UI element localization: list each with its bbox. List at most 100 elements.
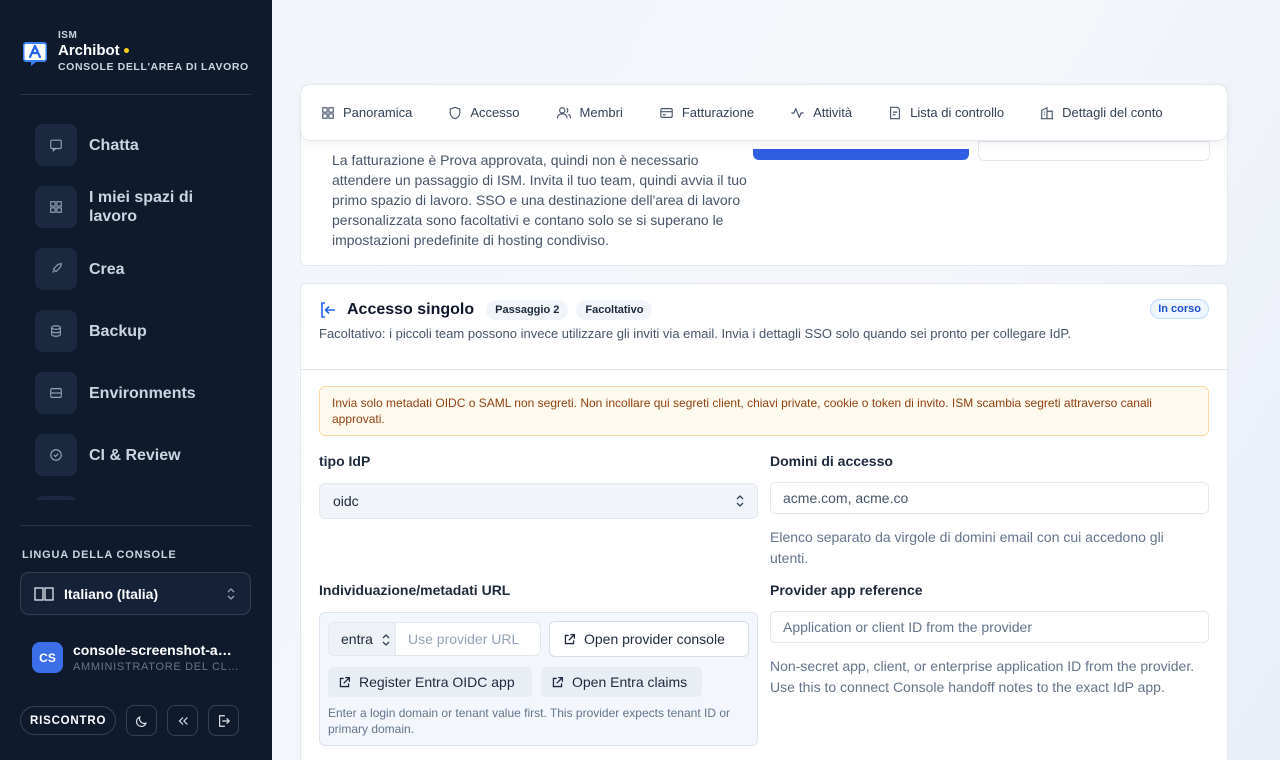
sidebar-item-label: Chatta <box>89 136 139 154</box>
activity-icon <box>791 107 804 118</box>
grid-icon <box>322 106 334 119</box>
sidebar-item-ci-review[interactable]: CI & Review <box>20 424 251 486</box>
tab-bar: Panoramica Accesso Membri Fatturazione A… <box>300 84 1228 141</box>
secrets-warning: Invia solo metadati OIDC o SAML non segr… <box>319 386 1209 436</box>
org-name: ISM <box>58 30 78 41</box>
collapse-sidebar-button[interactable] <box>167 705 199 736</box>
tab-activity[interactable]: Attività <box>790 105 852 120</box>
sidebar-item-label: Crea <box>89 260 125 278</box>
language-select[interactable]: Italiano (Italia) <box>20 572 251 615</box>
avatar: CS <box>32 642 63 673</box>
url-label: Individuazione/metadati URL <box>319 582 511 598</box>
theme-toggle-button[interactable] <box>126 705 158 736</box>
building-icon <box>1040 106 1054 119</box>
user-role: AMMINISTRATORE DEL CLIENTE <box>73 661 239 673</box>
optional-badge: Facoltativo <box>576 300 653 320</box>
step-badge: Passaggio 2 <box>486 300 569 320</box>
server-icon <box>35 372 77 414</box>
open-entra-claims-button[interactable]: Open Entra claims <box>541 667 702 697</box>
button-label: Register Entra OIDC app <box>359 674 515 690</box>
sidebar-item-label: I miei spazi di lavoro <box>89 189 194 225</box>
status-dot <box>123 48 129 53</box>
logout-button[interactable] <box>208 705 240 736</box>
provider-select[interactable]: entra <box>328 622 396 656</box>
tab-access[interactable]: Accesso <box>448 105 520 120</box>
domains-help: Elenco separato da virgole di domini ema… <box>770 529 1164 566</box>
archibot-logo-icon <box>23 42 47 66</box>
domains-input[interactable]: acme.com, acme.co <box>770 482 1209 514</box>
domains-label: Domini di accesso <box>770 453 893 469</box>
check-circle-icon <box>35 434 77 476</box>
sidebar-item-workspaces[interactable]: I miei spazi di lavoro <box>20 176 251 238</box>
tab-account-details[interactable]: Dettagli del conto <box>1040 105 1163 120</box>
sidebar-item-backup[interactable]: Backup <box>20 300 251 362</box>
chevron-updown-icon <box>227 588 235 600</box>
database-icon <box>35 310 77 352</box>
nav-icon <box>35 496 77 500</box>
tab-billing[interactable]: Fatturazione <box>659 105 754 120</box>
sso-description: Facoltativo: i piccoli team possono inve… <box>319 326 1071 341</box>
grid-icon <box>35 186 77 228</box>
url-help: Enter a login domain or tenant value fir… <box>328 706 730 736</box>
feedback-button[interactable]: RISCONTRO <box>20 706 117 735</box>
external-link-icon <box>339 676 351 687</box>
logout-icon <box>218 714 230 727</box>
main-content: La fatturazione è Prova approvata, quind… <box>272 0 1280 760</box>
tab-checklist[interactable]: Lista di controllo <box>888 105 1004 120</box>
sso-title: Accesso singolo <box>347 301 475 318</box>
chevron-updown-icon <box>382 634 390 646</box>
credit-card-icon <box>660 107 673 118</box>
discovery-url-input[interactable]: Use provider URL <box>396 622 541 656</box>
app-subtitle: CONSOLE DELL'AREA DI LAVORO <box>58 61 249 73</box>
sidebar-item-chat[interactable]: Chatta <box>20 114 251 176</box>
sso-header: Accesso singolo Passaggio 2 Facoltativo <box>319 300 653 320</box>
section-divider <box>301 369 1227 370</box>
app-name: Archibot <box>58 42 120 59</box>
sidebar-item-create[interactable]: Crea <box>20 238 251 300</box>
button-label: Open Entra claims <box>572 674 688 690</box>
language-value: Italiano (Italia) <box>64 585 159 602</box>
tab-members[interactable]: Membri <box>556 105 623 120</box>
rocket-icon <box>35 248 77 290</box>
idp-type-select[interactable]: oidc <box>319 483 758 519</box>
sidebar-item-label: CI & Review <box>89 446 181 464</box>
sidebar-item-environments[interactable]: Environments <box>20 362 251 424</box>
brand[interactable]: ISM Archibot CONSOLE DELL'AREA DI LAVORO <box>22 30 249 73</box>
chevrons-left-icon <box>178 716 188 725</box>
sidebar-divider <box>20 94 251 95</box>
tab-label: Panoramica <box>343 105 413 120</box>
app-reference-help: Non-secret app, client, or enterprise ap… <box>770 658 1195 695</box>
chat-icon <box>35 124 77 166</box>
discovery-url-panel: entra Use provider URL Open provider con… <box>319 612 758 746</box>
register-entra-app-button[interactable]: Register Entra OIDC app <box>328 667 532 697</box>
idp-type-value: oidc <box>333 493 359 509</box>
tab-overview[interactable]: Panoramica <box>321 105 412 120</box>
tab-label: Membri <box>579 105 623 120</box>
login-icon <box>321 302 335 318</box>
chevron-updown-icon <box>736 495 744 507</box>
app-reference-input[interactable]: Application or client ID from the provid… <box>770 611 1209 643</box>
secondary-action-button[interactable] <box>978 141 1210 161</box>
tab-label: Attività <box>813 105 853 120</box>
external-link-icon <box>564 633 576 644</box>
sidebar-item-label: Environments <box>89 384 196 402</box>
user-profile[interactable]: CS console-screenshot-admin AMMINISTRATO… <box>32 642 239 673</box>
book-icon <box>34 586 54 601</box>
tab-label: Lista di controllo <box>910 105 1005 120</box>
tab-label: Fatturazione <box>681 105 755 120</box>
sso-card: Accesso singolo Passaggio 2 Facoltativo … <box>300 283 1228 760</box>
external-link-icon <box>552 676 564 687</box>
moon-icon <box>135 715 147 727</box>
billing-text: La fatturazione è Prova approvata, quind… <box>332 152 747 248</box>
provider-value: entra <box>341 631 373 647</box>
sidebar-item-partial[interactable] <box>20 486 251 500</box>
users-icon <box>556 106 571 118</box>
language-title: LINGUA DELLA CONSOLE <box>22 549 177 561</box>
idp-type-label: tipo IdP <box>319 453 371 469</box>
sidebar: ISM Archibot CONSOLE DELL'AREA DI LAVORO… <box>0 0 272 760</box>
sidebar-item-label: Backup <box>89 322 147 340</box>
app-reference-label: Provider app reference <box>770 582 923 598</box>
primary-action-button[interactable] <box>753 149 969 160</box>
tab-label: Dettagli del conto <box>1062 105 1163 120</box>
open-provider-console-button[interactable]: Open provider console <box>549 621 749 657</box>
